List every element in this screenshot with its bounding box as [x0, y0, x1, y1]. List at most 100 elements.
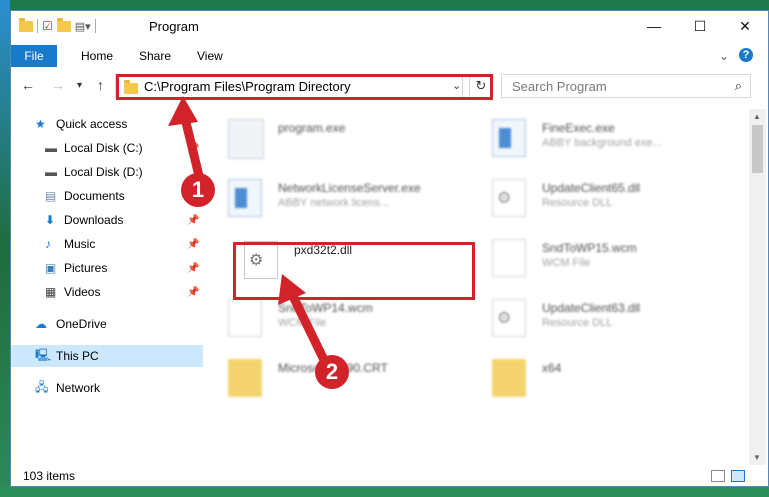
new-folder-icon[interactable] — [56, 17, 71, 32]
details-view-icon[interactable] — [711, 470, 725, 482]
file-name: SndToWP15.wcm — [542, 241, 637, 255]
status-bar: 103 items — [11, 467, 768, 486]
sidebar-item-local-disk-d[interactable]: ▬ Local Disk (D:) — [11, 161, 203, 183]
properties-icon[interactable]: ☑ — [42, 19, 53, 33]
app-icon — [228, 179, 262, 217]
divider — [37, 19, 38, 33]
documents-icon: ▤ — [45, 189, 57, 203]
drive-icon: ▬ — [45, 141, 57, 155]
sidebar-item-label: Local Disk (C:) — [64, 141, 143, 155]
sidebar-item-pictures[interactable]: ▣ Pictures 📌 — [11, 257, 203, 279]
sidebar-item-documents[interactable]: ▤ Documents 📌 — [11, 185, 203, 207]
pin-icon: 📌 — [187, 214, 200, 226]
scroll-thumb[interactable] — [752, 125, 763, 173]
maximize-button[interactable]: ☐ — [677, 11, 723, 41]
quick-access-toolbar: ☑ ▤▾ — [19, 17, 96, 33]
file-item[interactable]: UpdateClient65.dll Resource DLL — [480, 173, 720, 225]
desktop-background-bottom — [0, 487, 769, 497]
file-item[interactable]: x64 — [480, 353, 720, 405]
tab-share[interactable]: Share — [139, 49, 171, 63]
file-desc: ABBY background exe... — [542, 137, 662, 149]
pin-icon: 📌 — [187, 262, 200, 274]
sidebar-item-videos[interactable]: ▦ Videos 📌 — [11, 281, 203, 303]
sidebar-item-label: OneDrive — [56, 317, 107, 331]
dll-icon — [492, 179, 526, 217]
explorer-window: ☑ ▤▾ Program — ☐ ✕ File Home Share View … — [10, 10, 769, 487]
file-highlight-box — [233, 242, 475, 300]
sidebar-item-label: Quick access — [56, 117, 128, 131]
up-button[interactable]: ↑ — [97, 77, 104, 93]
search-icon: ⌕ — [734, 78, 742, 93]
sidebar-item-label: Network — [56, 381, 101, 395]
sidebar-item-onedrive[interactable]: ☁ OneDrive — [11, 313, 203, 335]
window-title: Program — [149, 19, 199, 34]
recent-locations-icon[interactable]: ▾ — [77, 80, 82, 91]
file-item[interactable]: NetworkLicenseServer.exe ABBY network li… — [216, 173, 456, 225]
search-input[interactable]: Search Program — [512, 79, 607, 94]
tab-file[interactable]: File — [11, 45, 57, 67]
videos-icon: ▦ — [45, 285, 57, 299]
sidebar-item-label: Music — [64, 237, 96, 251]
file-icon — [228, 299, 262, 337]
search-box[interactable]: Search Program ⌕ — [501, 74, 751, 98]
pictures-icon: ▣ — [45, 261, 57, 275]
step-badge-1: 1 — [181, 173, 215, 207]
file-name: UpdateClient65.dll — [542, 181, 641, 195]
file-item[interactable]: program.exe — [216, 113, 456, 165]
file-item[interactable]: FineExec.exe ABBY background exe... — [480, 113, 720, 165]
large-icons-view-icon[interactable] — [731, 470, 745, 482]
tab-home[interactable]: Home — [81, 49, 113, 63]
folder-icon — [492, 359, 526, 397]
file-item[interactable]: UpdateClient63.dll Resource DLL — [480, 293, 720, 345]
file-desc: Resource DLL — [542, 197, 613, 209]
sidebar-item-this-pc[interactable]: 🖳 This PC — [11, 345, 203, 367]
file-desc: WCM File — [278, 317, 327, 329]
music-icon: ♪ — [45, 237, 51, 251]
items-count: 103 items — [23, 469, 76, 483]
pin-icon: 📌 — [187, 238, 200, 250]
file-item[interactable]: SndToWP14.wcm WCM File — [216, 293, 456, 345]
back-button[interactable]: ← — [21, 77, 35, 93]
help-icon[interactable]: ? — [739, 48, 753, 62]
pin-icon: 📌 — [187, 142, 200, 154]
folder-icon — [19, 17, 33, 32]
sidebar-item-label: Videos — [64, 285, 101, 299]
vertical-scrollbar[interactable]: ▲ ▼ — [749, 109, 766, 465]
forward-button[interactable]: → — [51, 77, 65, 93]
sidebar-item-label: Documents — [64, 189, 125, 203]
title-bar: ☑ ▤▾ Program — ☐ ✕ — [11, 11, 768, 41]
sidebar-item-music[interactable]: ♪ Music 📌 — [11, 233, 203, 255]
expand-ribbon-icon[interactable]: ⌄ — [719, 49, 729, 63]
network-icon: 🖧 — [35, 379, 49, 394]
file-name: FineExec.exe — [542, 121, 615, 135]
step-badge-2: 2 — [315, 355, 349, 389]
dll-icon — [492, 299, 526, 337]
file-icon — [492, 239, 526, 277]
app-icon — [492, 119, 526, 157]
download-icon: ⬇ — [45, 213, 56, 227]
address-highlight-box — [116, 74, 493, 100]
sidebar-item-quick-access[interactable]: ★ Quick access — [11, 113, 203, 135]
file-name: UpdateClient63.dll — [542, 301, 641, 315]
folder-icon — [228, 359, 262, 397]
minimize-button[interactable]: — — [631, 11, 677, 41]
sidebar-item-local-disk-c[interactable]: ▬ Local Disk (C:) 📌 — [11, 137, 203, 159]
star-icon: ★ — [35, 117, 46, 131]
scroll-up-icon[interactable]: ▲ — [753, 112, 761, 121]
file-desc: ABBY network licens... — [278, 197, 390, 209]
installer-icon — [228, 119, 264, 159]
cloud-icon: ☁ — [35, 317, 47, 331]
tab-view[interactable]: View — [197, 49, 223, 63]
file-desc: WCM File — [542, 257, 591, 269]
file-name: program.exe — [278, 121, 346, 135]
ribbon-tabs: File Home Share View ⌄ ? — [11, 45, 768, 67]
pin-icon: 📌 — [187, 286, 200, 298]
file-item[interactable]: SndToWP15.wcm WCM File — [480, 233, 720, 285]
sidebar-item-network[interactable]: 🖧 Network — [11, 377, 203, 399]
sidebar-item-downloads[interactable]: ⬇ Downloads 📌 — [11, 209, 203, 231]
close-button[interactable]: ✕ — [722, 11, 768, 41]
customize-toolbar-icon[interactable]: ▤▾ — [75, 20, 91, 33]
file-desc: Resource DLL — [542, 317, 613, 329]
scroll-down-icon[interactable]: ▼ — [753, 453, 761, 462]
file-name: SndToWP14.wcm — [278, 301, 373, 315]
